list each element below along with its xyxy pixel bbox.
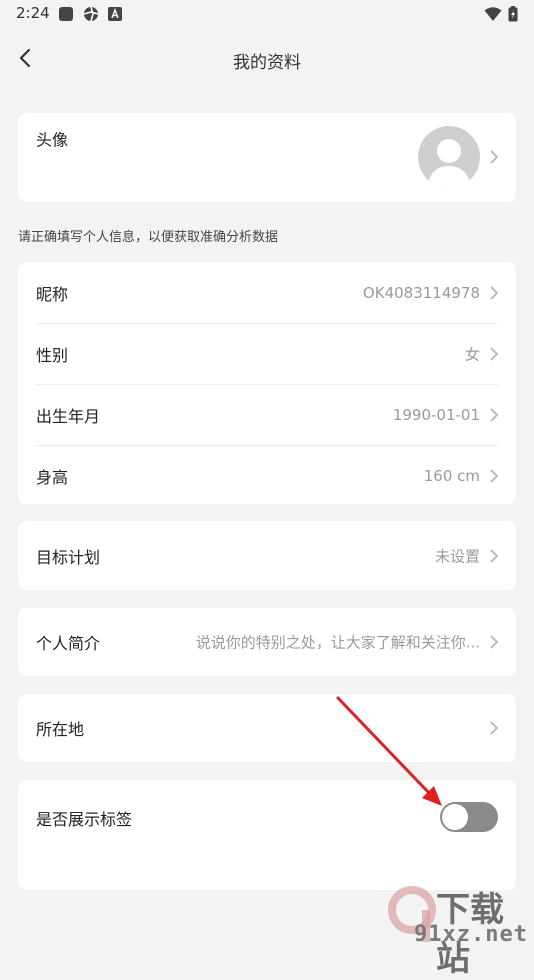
- birth-date-row[interactable]: 出生年月 1990-01-01: [18, 384, 516, 445]
- chevron-right-icon: [490, 150, 499, 164]
- basic-info-card: 昵称 OK4083114978 性别 女 出生年月 1990-01-01 身高 …: [18, 262, 516, 504]
- gender-row[interactable]: 性别 女: [18, 323, 516, 384]
- default-user-icon: [427, 139, 471, 188]
- tags-card: 是否展示标签: [18, 780, 516, 890]
- avatar[interactable]: [418, 126, 480, 188]
- nickname-label: 昵称: [36, 284, 69, 304]
- chevron-right-icon: [490, 346, 499, 361]
- toggle-knob: [442, 804, 468, 830]
- chevron-right-icon: [490, 407, 499, 422]
- watermark-sub: 91xz.net: [414, 922, 528, 947]
- goal-plan-value: 未设置: [434, 547, 480, 565]
- location-row[interactable]: 所在地: [18, 694, 516, 762]
- nav-bar: 我的资料: [0, 28, 534, 88]
- nickname-value: OK4083114978: [362, 283, 480, 302]
- height-label: 身高: [36, 467, 69, 487]
- app-notification-icon: [59, 7, 73, 21]
- status-bar: 2:24: [0, 0, 534, 28]
- gender-value: 女: [464, 345, 480, 363]
- location-label: 所在地: [36, 720, 85, 739]
- aperture-icon: [83, 6, 99, 22]
- show-tags-toggle[interactable]: [440, 802, 498, 832]
- goal-card: 目标计划 未设置: [18, 521, 516, 590]
- bio-placeholder: 说说你的特别之处，让大家了解和关注你...: [195, 633, 480, 652]
- height-value: 160 cm: [423, 466, 480, 485]
- nickname-row[interactable]: 昵称 OK4083114978: [18, 262, 516, 323]
- page-title: 我的资料: [233, 53, 301, 73]
- height-row[interactable]: 身高 160 cm: [18, 445, 516, 506]
- birth-date-label: 出生年月: [36, 406, 101, 426]
- bio-card: 个人简介 说说你的特别之处，让大家了解和关注你...: [18, 608, 516, 676]
- bio-row[interactable]: 个人简介 说说你的特别之处，让大家了解和关注你...: [18, 608, 516, 676]
- chevron-right-icon: [490, 468, 499, 483]
- chevron-right-icon: [490, 548, 499, 563]
- font-a-icon: [108, 7, 122, 21]
- gender-label: 性别: [36, 345, 69, 365]
- chevron-right-icon: [490, 285, 499, 300]
- chevron-right-icon: [490, 635, 499, 649]
- goal-plan-label: 目标计划: [36, 547, 101, 567]
- goal-plan-row[interactable]: 目标计划 未设置: [18, 521, 516, 590]
- battery-icon: [508, 6, 518, 22]
- info-hint: 请正确填写个人信息，以便获取准确分析数据: [18, 230, 279, 245]
- status-time: 2:24: [16, 4, 50, 22]
- avatar-label: 头像: [36, 130, 69, 150]
- location-card: 所在地: [18, 694, 516, 762]
- bio-label: 个人简介: [36, 634, 101, 653]
- avatar-card[interactable]: 头像: [18, 113, 516, 202]
- wifi-icon: [484, 7, 502, 21]
- chevron-right-icon: [490, 721, 499, 735]
- show-tags-label: 是否展示标签: [36, 810, 133, 829]
- watermark: 下载站 91xz.net: [380, 880, 534, 979]
- birth-date-value: 1990-01-01: [392, 405, 480, 424]
